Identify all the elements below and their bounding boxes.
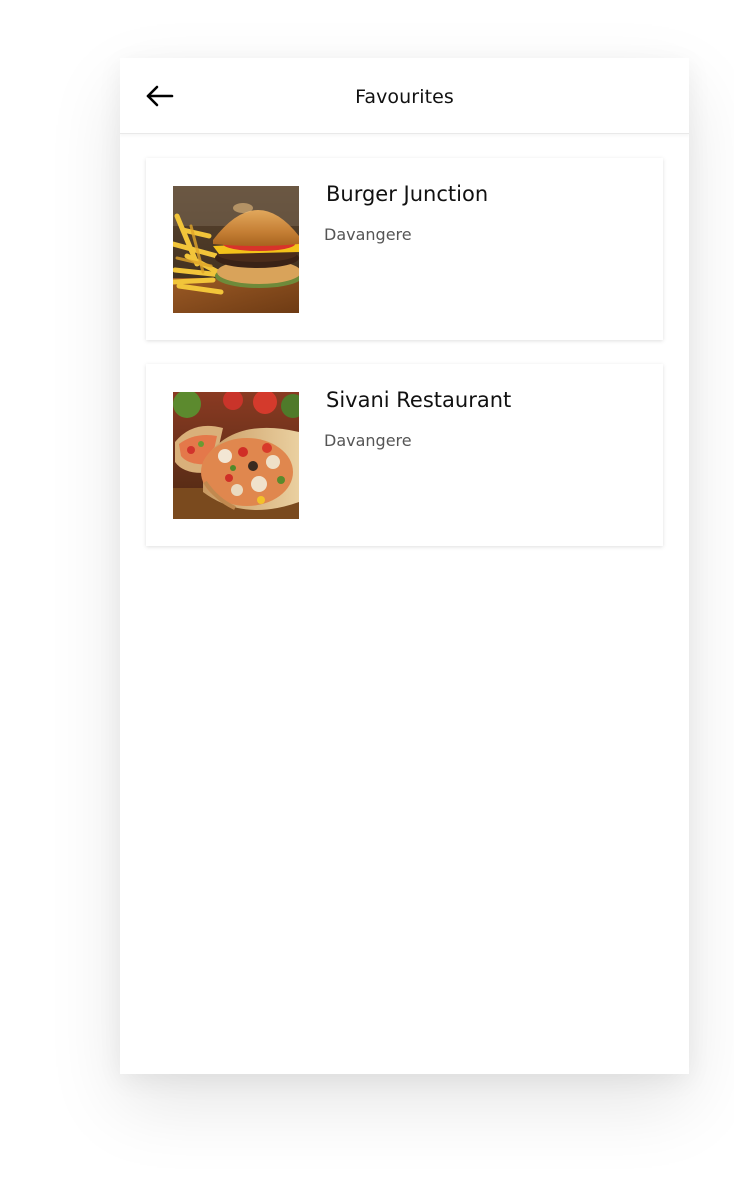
restaurant-card[interactable]: Burger Junction Davangere: [146, 158, 663, 340]
screen: Favourites Burger Junction Davangere Siv…: [0, 0, 734, 1180]
restaurant-name: Sivani Restaurant: [326, 388, 512, 412]
restaurant-location: Davangere: [324, 431, 412, 450]
top-app-bar: Favourites: [120, 58, 689, 134]
restaurant-card[interactable]: Sivani Restaurant Davangere: [146, 364, 663, 546]
chicken-wrap-photo: [173, 392, 299, 519]
restaurant-location: Davangere: [324, 225, 412, 244]
page-title: Favourites: [355, 86, 454, 108]
restaurant-name: Burger Junction: [326, 182, 489, 206]
app-window: Favourites Burger Junction Davangere Siv…: [120, 58, 689, 1074]
burger-and-fries-photo: [173, 186, 299, 313]
favourites-list: Burger Junction Davangere Sivani Restaur…: [146, 158, 663, 570]
